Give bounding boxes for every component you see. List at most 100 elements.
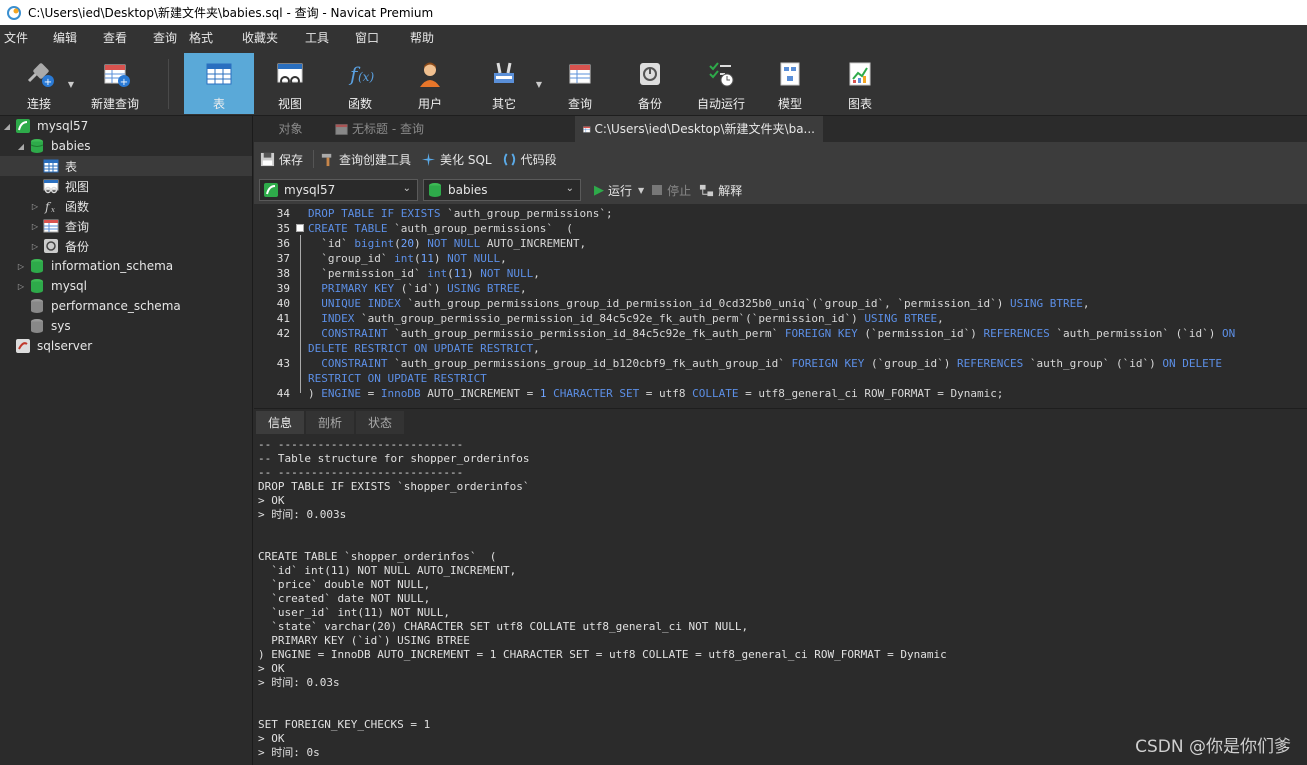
user-button[interactable]: 用户 xyxy=(402,53,458,114)
tree-node-sqlserver[interactable]: sqlserver xyxy=(15,336,92,356)
connection-select[interactable]: mysql57 ⌄ xyxy=(259,179,418,201)
svg-text:+: + xyxy=(120,77,128,88)
code-line: RESTRICT ON UPDATE RESTRICT xyxy=(308,372,487,385)
chart-icon xyxy=(849,62,871,86)
output-line: > OK xyxy=(258,662,285,675)
tree-node-information-schema[interactable]: ▷ information_schema xyxy=(16,256,173,276)
tab-status[interactable]: 状态 xyxy=(356,411,405,435)
mysql-connection-icon xyxy=(16,119,30,133)
tree-node-backups[interactable]: ▷ 备份 xyxy=(30,236,89,256)
sql-editor[interactable]: 34 DROP TABLE IF EXISTS `auth_group_permi… xyxy=(254,204,1307,407)
menu-edit[interactable]: 编辑 xyxy=(53,25,77,51)
table-label: 表 xyxy=(212,97,225,111)
tab-objects[interactable]: 对象 xyxy=(254,116,327,142)
output-line: `created` date NOT NULL, xyxy=(258,592,431,605)
new-query-button[interactable]: + 新建查询 xyxy=(88,53,142,114)
database-select[interactable]: babies ⌄ xyxy=(423,179,581,201)
menu-query[interactable]: 查询 xyxy=(153,25,177,51)
collapse-arrow-icon[interactable]: ▷ xyxy=(16,282,26,291)
collapse-arrow-icon[interactable]: ▷ xyxy=(30,222,40,231)
auto-run-button[interactable]: 自动运行 xyxy=(692,53,750,114)
save-button[interactable]: 保存 xyxy=(260,151,303,168)
tree-node-functions[interactable]: ▷ fx 函数 xyxy=(30,196,89,216)
model-button[interactable]: 模型 xyxy=(762,53,818,114)
query-label: 查询 xyxy=(567,97,592,111)
stop-button[interactable]: 停止 xyxy=(652,182,691,199)
connect-button[interactable]: + 连接 ▼ xyxy=(14,53,74,114)
output-line: > OK xyxy=(258,494,285,507)
chevron-down-icon[interactable]: ▼ xyxy=(536,80,542,89)
tree-node-queries[interactable]: ▷ 查询 xyxy=(30,216,89,236)
query-button[interactable]: 查询 xyxy=(552,53,608,114)
svg-text:x: x xyxy=(51,206,55,214)
table-icon xyxy=(43,159,59,173)
code-line: 42 CONSTRAINT `auth_group_permissio_perm… xyxy=(276,327,1236,340)
output-line: -- Table structure for shopper_orderinfo… xyxy=(258,452,530,465)
collapse-arrow-icon[interactable]: ▷ xyxy=(16,262,26,271)
query-toolbar: 保存 查询创建工具 美化 SQL 代码段 xyxy=(254,142,1307,176)
collapse-arrow-icon[interactable]: ▷ xyxy=(30,202,40,211)
output-line: DROP TABLE IF EXISTS `shopper_orderinfos… xyxy=(258,480,530,493)
tree-node-tables[interactable]: 表 xyxy=(0,156,252,176)
backup-button[interactable]: 备份 xyxy=(622,53,678,114)
tree-node-mysql57[interactable]: ◢ mysql57 xyxy=(2,116,88,136)
tree-node-performance-schema[interactable]: performance_schema xyxy=(29,296,181,316)
expand-arrow-icon[interactable]: ◢ xyxy=(2,122,12,131)
beautify-sql-button[interactable]: 美化 SQL xyxy=(421,151,492,168)
chart-button[interactable]: 图表 xyxy=(832,53,888,114)
tab-babies-sql[interactable]: C:\Users\ied\Desktop\新建文件夹\ba... xyxy=(575,116,823,142)
explain-button[interactable]: 解释 xyxy=(699,182,742,199)
menu-bar: 文件 编辑 查看 查询 格式 收藏夹 工具 窗口 帮助 xyxy=(0,25,1307,51)
menu-view[interactable]: 查看 xyxy=(103,25,127,51)
query-icon xyxy=(43,219,59,233)
function-label: 函数 xyxy=(347,97,372,111)
brackets-icon xyxy=(503,152,515,166)
tab-info[interactable]: 信息 xyxy=(256,411,305,435)
sparkle-icon xyxy=(421,152,436,166)
view-button[interactable]: 视图 xyxy=(262,53,318,114)
code-line: 40 UNIQUE INDEX `auth_group_permissions_… xyxy=(276,297,1090,310)
output-line: PRIMARY KEY (`id`) USING BTREE xyxy=(258,634,470,647)
tab-untitled-query[interactable]: 无标题 - 查询 xyxy=(327,116,575,142)
tree-node-mysql[interactable]: ▷ mysql xyxy=(16,276,87,296)
query-builder-button[interactable]: 查询创建工具 xyxy=(320,151,411,168)
menu-help[interactable]: 帮助 xyxy=(410,25,434,51)
tab-profile[interactable]: 剖析 xyxy=(306,411,355,435)
menu-format[interactable]: 格式 xyxy=(189,25,213,51)
tree-node-views[interactable]: 视图 xyxy=(43,176,89,196)
chevron-down-icon[interactable]: ▼ xyxy=(638,186,644,195)
message-output: -- ---------------------------- -- Table… xyxy=(254,434,1307,765)
other-button[interactable]: 其它 ▼ xyxy=(476,53,542,114)
expand-arrow-icon[interactable]: ◢ xyxy=(16,142,26,151)
table-button[interactable]: 表 xyxy=(184,53,254,114)
chevron-down-icon[interactable]: ▼ xyxy=(68,80,74,89)
save-icon xyxy=(260,152,275,166)
output-line: CREATE TABLE `shopper_orderinfos` ( xyxy=(258,550,497,563)
menu-window[interactable]: 窗口 xyxy=(355,25,379,51)
query-selector-row: mysql57 ⌄ babies ⌄ ▶ 运行 ▼ 停止 解释 xyxy=(254,176,1307,204)
backup-label: 备份 xyxy=(637,97,662,111)
code-line: 36 `id` bigint(20) NOT NULL AUTO_INCREME… xyxy=(276,237,587,250)
user-icon xyxy=(420,62,440,87)
fold-toggle-icon[interactable] xyxy=(296,224,304,232)
function-button[interactable]: f (x) 函数 xyxy=(332,53,388,114)
menu-file[interactable]: 文件 xyxy=(4,25,28,51)
output-line: -- ---------------------------- xyxy=(258,466,464,479)
output-line: `id` int(11) NOT NULL AUTO_INCREMENT, xyxy=(258,564,517,577)
menu-favorites[interactable]: 收藏夹 xyxy=(242,25,278,51)
code-line: 34 DROP TABLE IF EXISTS `auth_group_permi… xyxy=(276,207,613,220)
code-line: 44) ENGINE = InnoDB AUTO_INCREMENT = 1 C… xyxy=(276,387,1004,400)
code-line: 41 INDEX `auth_group_permissio_permissio… xyxy=(276,312,944,325)
run-button[interactable]: ▶ 运行 ▼ xyxy=(594,182,644,199)
explain-icon xyxy=(700,184,714,196)
tree-node-sys[interactable]: sys xyxy=(29,316,71,336)
tree-node-babies[interactable]: ◢ babies xyxy=(16,136,91,156)
code-snippet-button[interactable]: 代码段 xyxy=(502,151,557,168)
view-icon xyxy=(43,179,59,194)
other-label: 其它 xyxy=(491,97,516,111)
menu-tools[interactable]: 工具 xyxy=(305,25,329,51)
collapse-arrow-icon[interactable]: ▷ xyxy=(30,242,40,251)
output-line: > 时间: 0.03s xyxy=(258,676,340,689)
